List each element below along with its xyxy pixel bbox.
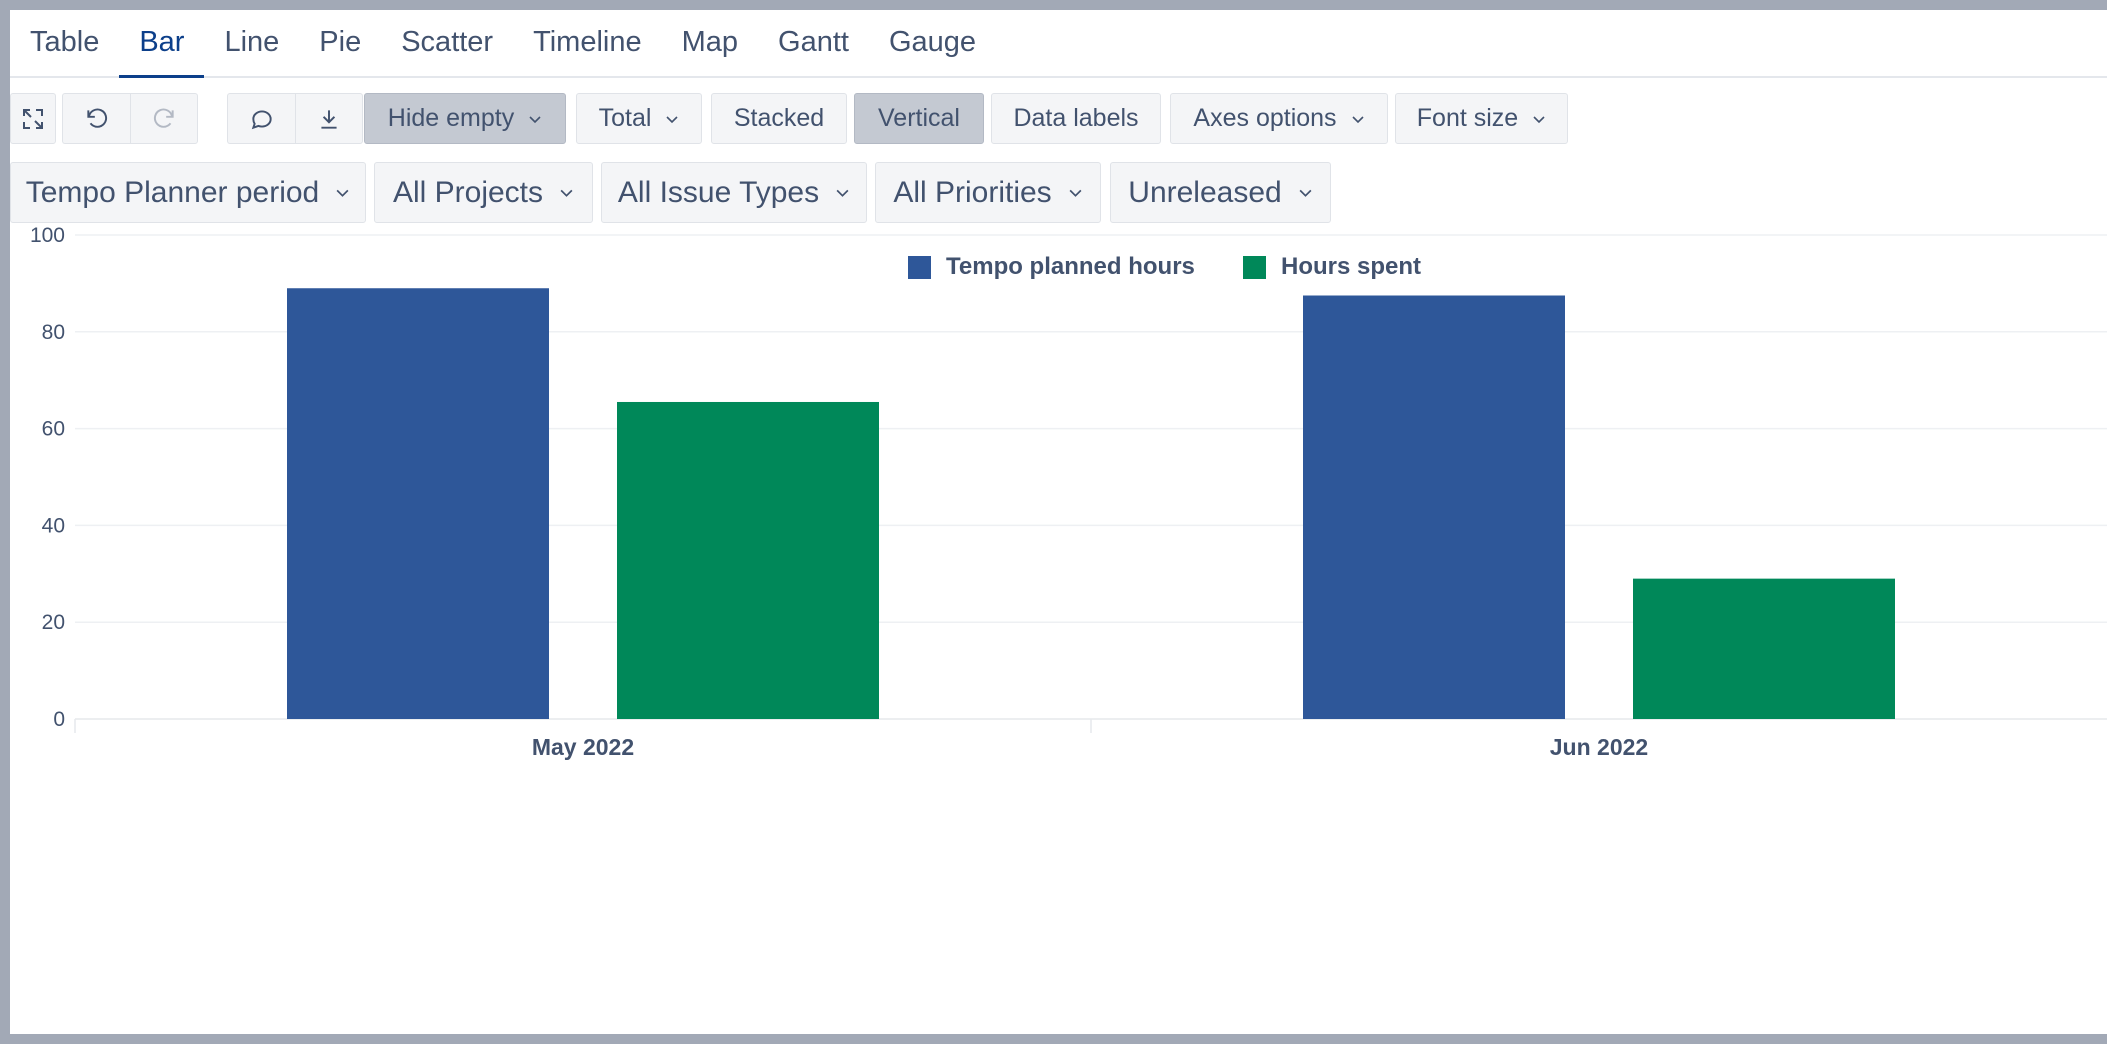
bar-planned-2[interactable]: [1303, 295, 1565, 720]
y-tick-label: 0: [53, 708, 65, 731]
x-category-label: Jun 2022: [1550, 734, 1648, 760]
bar-spent-2[interactable]: [1633, 578, 1895, 719]
y-tick-label: 20: [42, 611, 65, 634]
y-tick-label: 100: [30, 224, 65, 247]
bar-spent-1[interactable]: [617, 401, 879, 719]
bar-chart: 0 20 40 60 80 100 May 2022 Jun 2022: [30, 224, 2107, 760]
y-tick-label: 40: [42, 514, 65, 537]
app-frame: Table Bar Line Pie Scatter Timeline Map …: [10, 10, 2107, 1034]
x-category-label: May 2022: [532, 734, 634, 760]
y-tick-label: 80: [42, 321, 65, 344]
bar-planned-1[interactable]: [287, 288, 549, 719]
y-tick-label: 60: [42, 418, 65, 441]
